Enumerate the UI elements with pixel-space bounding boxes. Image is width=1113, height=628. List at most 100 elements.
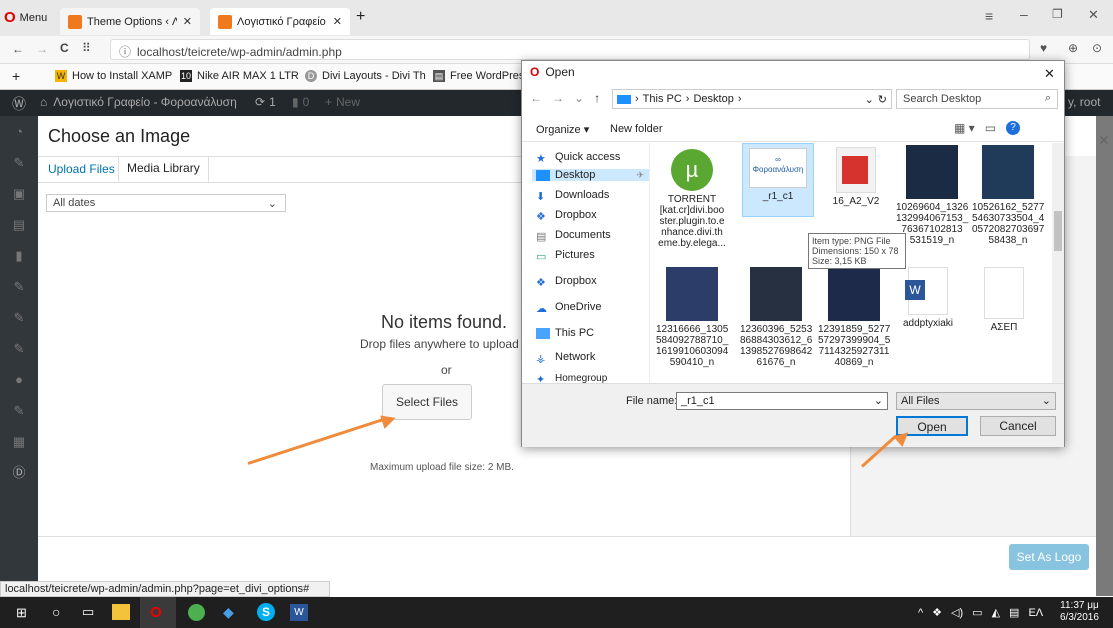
- nav-homegroup[interactable]: ✦ Homegroup: [536, 373, 607, 383]
- nav-documents[interactable]: ▤ Documents: [536, 229, 611, 243]
- help-icon[interactable]: ?: [1006, 121, 1021, 135]
- skype-icon[interactable]: S: [257, 603, 275, 621]
- preview-pane-icon[interactable]: ▭: [985, 121, 996, 135]
- dropbox-tray-icon[interactable]: ❖: [932, 606, 942, 619]
- date-filter-select[interactable]: All dates ⌄: [46, 194, 286, 212]
- heart-icon[interactable]: ♥: [1040, 41, 1047, 55]
- grid-icon[interactable]: ▦: [0, 426, 38, 457]
- file-item-asep[interactable]: ΑΣΕΠ: [968, 267, 1040, 333]
- file-item-r1c1[interactable]: ∞ Φοροανάλυση _r1_c1: [742, 143, 814, 217]
- search-desktop-input[interactable]: Search Desktop ⌕: [896, 89, 1058, 109]
- comments-link[interactable]: ▮ 0: [292, 95, 309, 109]
- restore-icon[interactable]: ❐: [1052, 7, 1063, 21]
- select-files-button[interactable]: Select Files: [382, 384, 472, 420]
- windows-start-icon[interactable]: ⊞: [16, 605, 27, 621]
- minimize-icon[interactable]: –: [1020, 6, 1028, 22]
- media-icon[interactable]: ▣: [0, 178, 38, 209]
- back-arrow-icon[interactable]: ←: [530, 91, 542, 105]
- nav-pictures[interactable]: ▭ Pictures: [536, 249, 595, 263]
- close-window-icon[interactable]: ✕: [1088, 7, 1099, 23]
- stash-icon[interactable]: ≡: [985, 8, 993, 24]
- file-item-12360396[interactable]: 12360396_5253 86884303612_6 139852769864…: [740, 267, 812, 368]
- new-content-link[interactable]: + New: [325, 95, 360, 109]
- file-list-scrollbar[interactable]: [1052, 143, 1064, 383]
- new-tab-button[interactable]: +: [356, 8, 365, 26]
- search-icon[interactable]: ○: [52, 604, 60, 620]
- settings-icon[interactable]: ✎: [0, 395, 38, 426]
- file-item-16-a2-v2[interactable]: 16_A2_V2: [820, 147, 892, 207]
- up-arrow-icon[interactable]: ↑: [594, 91, 600, 105]
- cancel-button[interactable]: Cancel: [980, 416, 1056, 436]
- nav-dropbox-quick[interactable]: ❖ Dropbox: [536, 209, 597, 223]
- file-type-select[interactable]: All Files ⌄: [896, 392, 1056, 410]
- clock[interactable]: 11:37 μμ 6/3/2016: [1060, 600, 1099, 624]
- file-item-12391859[interactable]: 12391859_5277 57297399904_5 711432592731…: [818, 267, 890, 368]
- view-options-icon[interactable]: ▦ ▾: [954, 121, 975, 135]
- volume-icon[interactable]: ◁): [951, 606, 963, 619]
- wifi-icon[interactable]: ◭: [992, 606, 1000, 619]
- modal-close-icon[interactable]: ✕: [1098, 132, 1110, 149]
- download-icon[interactable]: ⊕: [1068, 41, 1078, 55]
- close-tab-icon[interactable]: ✕: [183, 15, 192, 28]
- recent-dropdown-icon[interactable]: ⌄: [574, 91, 584, 105]
- word-icon[interactable]: W: [290, 604, 308, 621]
- breadcrumb-chevron-icon[interactable]: ⌄: [865, 93, 874, 106]
- speed-dial-icon[interactable]: ⠿: [82, 41, 91, 55]
- nav-quick-access[interactable]: ★ Quick access: [536, 151, 620, 165]
- nav-this-pc[interactable]: This PC: [536, 327, 594, 339]
- notification-icon[interactable]: ▤: [1009, 606, 1019, 619]
- reload-icon[interactable]: C: [60, 41, 69, 55]
- forward-icon[interactable]: →: [36, 42, 48, 56]
- pin-icon[interactable]: ✎: [0, 147, 38, 178]
- organize-menu[interactable]: Organize ▾: [536, 123, 589, 136]
- close-tab-icon[interactable]: ✕: [333, 15, 342, 28]
- chrome-icon[interactable]: [188, 604, 205, 621]
- nav-downloads[interactable]: ⬇ Downloads: [536, 189, 609, 203]
- nav-network[interactable]: ⚶ Network: [536, 351, 595, 365]
- bird-app-icon[interactable]: ◆: [223, 604, 234, 621]
- file-name-input[interactable]: _r1_c1 ⌄: [676, 392, 888, 410]
- forward-arrow-icon[interactable]: →: [552, 91, 564, 105]
- comments-icon[interactable]: ▮: [0, 240, 38, 271]
- opera-taskbar-icon[interactable]: O: [140, 597, 176, 628]
- new-folder-button[interactable]: New folder: [610, 123, 663, 135]
- divi-icon[interactable]: Ⓓ: [0, 457, 38, 488]
- tab-theme-options[interactable]: Theme Options ‹ Λογιστι ✕: [60, 8, 200, 35]
- plugins-icon[interactable]: ✎: [0, 302, 38, 333]
- breadcrumb[interactable]: › This PC › Desktop › ⌄ ↻: [612, 89, 892, 109]
- chevron-up-icon[interactable]: ^: [918, 607, 923, 619]
- task-view-icon[interactable]: ▭: [82, 604, 94, 620]
- updates-link[interactable]: ⟳ 1: [255, 95, 276, 109]
- pages-icon[interactable]: ▤: [0, 209, 38, 240]
- back-icon[interactable]: ←: [12, 42, 24, 56]
- bookmark-xampp[interactable]: W How to Install XAMP: [55, 70, 172, 82]
- tools-icon[interactable]: ✎: [0, 333, 38, 364]
- file-item-12316666[interactable]: 12316666_1305 584092788710_ 161991060309…: [656, 267, 728, 368]
- nav-desktop[interactable]: Desktop ✈: [532, 169, 649, 181]
- bookmark-nike[interactable]: 10 Nike AIR MAX 1 LTR: [180, 70, 299, 82]
- add-bookmark-icon[interactable]: +: [12, 68, 20, 84]
- tab-site[interactable]: Λογιστικό Γραφείο – Φορ ✕: [210, 8, 350, 35]
- tab-upload-files[interactable]: Upload Files: [42, 158, 121, 180]
- user-menu[interactable]: y, root: [1068, 95, 1100, 109]
- refresh-icon[interactable]: ↻: [878, 93, 887, 106]
- file-item-10269604[interactable]: 10269604_1326 132994067153_ 76367102813 …: [896, 145, 968, 246]
- site-link[interactable]: ⌂ Λογιστικό Γραφείο - Φοροανάλυση: [40, 95, 237, 109]
- battery-icon[interactable]: ▭: [972, 606, 982, 619]
- nav-onedrive[interactable]: ☁ OneDrive: [536, 301, 601, 315]
- file-item-10526162[interactable]: 10526162_5277 54630733504_4 057208270369…: [972, 145, 1044, 246]
- file-explorer-icon[interactable]: [112, 604, 130, 620]
- appearance-icon[interactable]: ✎: [0, 271, 38, 302]
- browser-menu-button[interactable]: O Menu: [4, 9, 47, 26]
- dashboard-icon[interactable]: ◔: [0, 116, 38, 147]
- bookmark-divi[interactable]: D Divi Layouts - Divi Th: [305, 70, 426, 82]
- url-input[interactable]: ⓘ localhost/teicrete/wp-admin/admin.php: [110, 39, 1030, 60]
- account-icon[interactable]: ⊙: [1092, 41, 1102, 55]
- language-indicator[interactable]: ΕΛ: [1028, 607, 1043, 619]
- users-icon[interactable]: ●: [0, 364, 38, 395]
- set-as-logo-button[interactable]: Set As Logo: [1009, 544, 1089, 570]
- file-item-torrent[interactable]: µ TORRENT [kat.cr]divi.boo ster.plugin.t…: [656, 145, 728, 249]
- nav-dropbox[interactable]: ❖ Dropbox: [536, 275, 597, 289]
- dialog-close-icon[interactable]: ✕: [1044, 66, 1055, 82]
- file-item-addptyxiaki[interactable]: W addptyxiaki: [892, 267, 964, 329]
